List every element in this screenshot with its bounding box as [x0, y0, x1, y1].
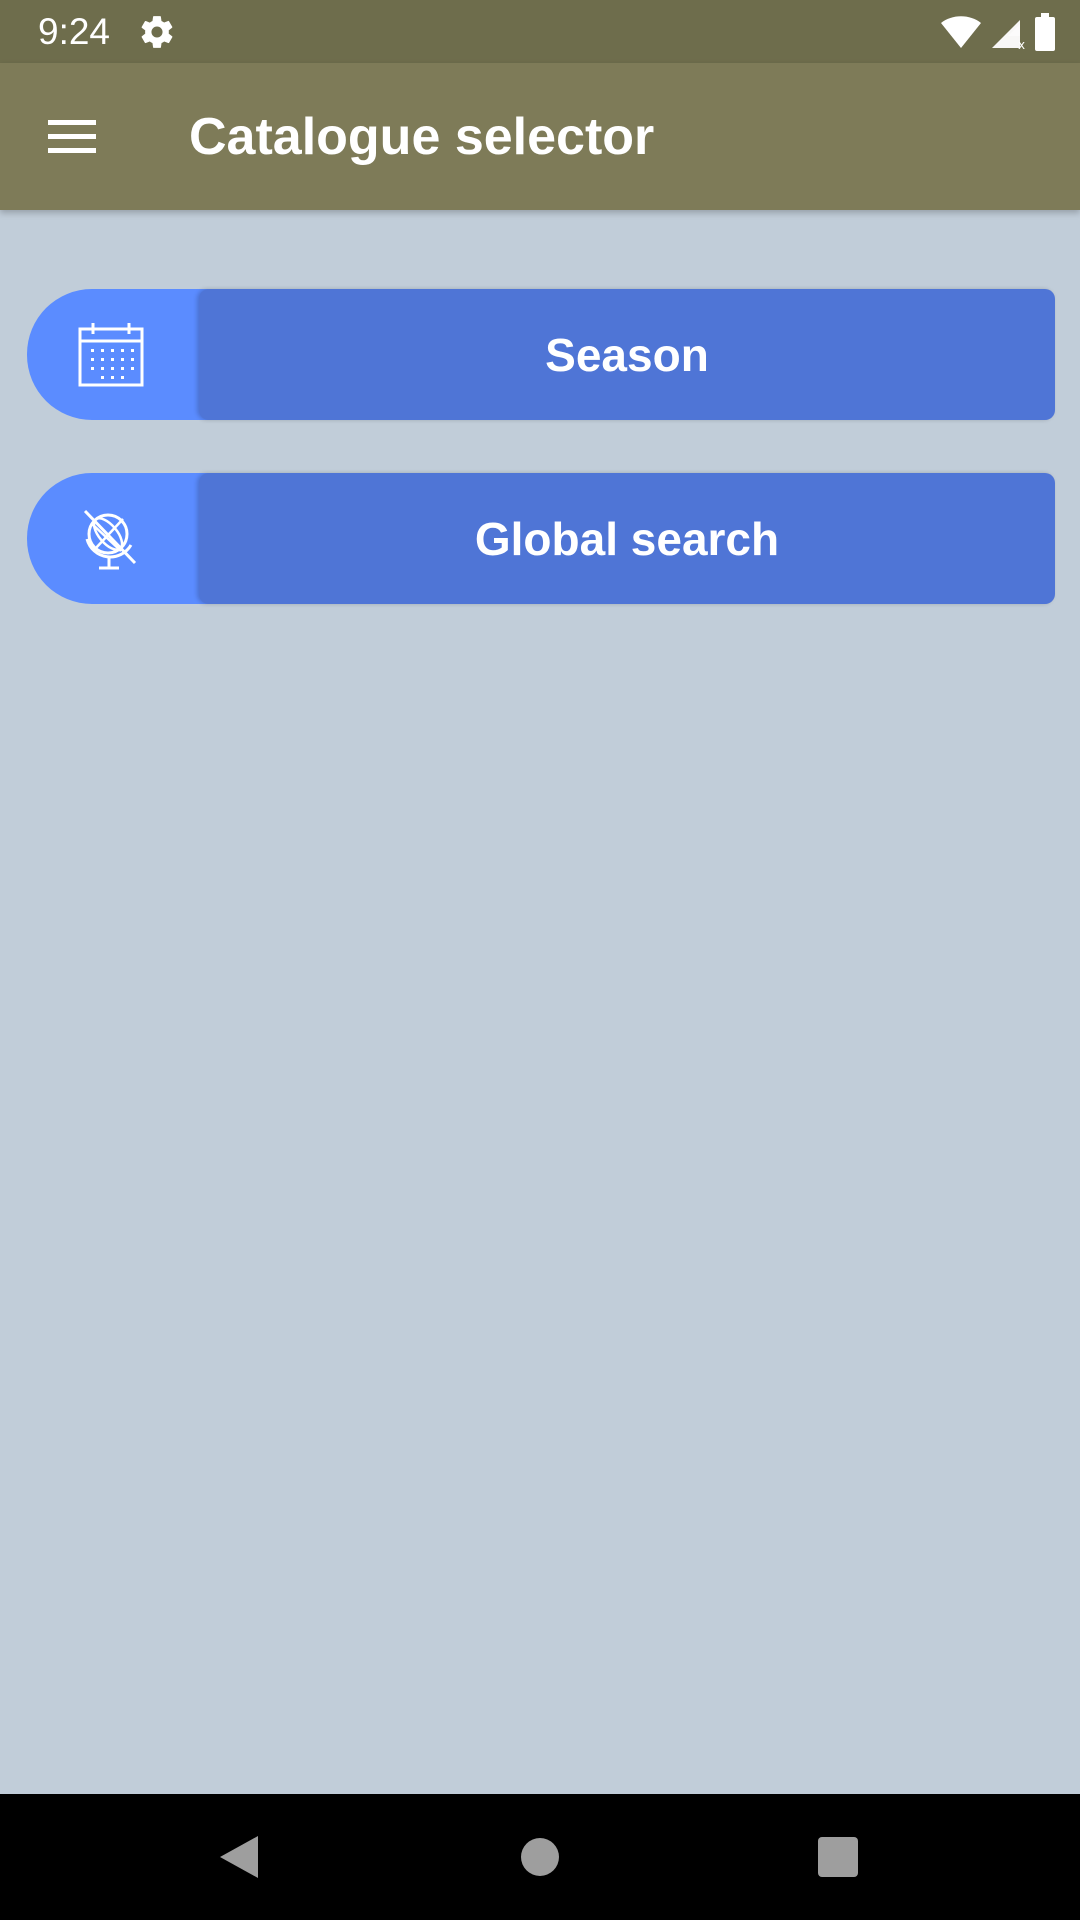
hamburger-menu-icon[interactable] — [34, 103, 110, 171]
gear-icon — [141, 16, 173, 48]
home-icon[interactable] — [515, 1832, 565, 1882]
global-search-label-area[interactable]: Global search — [199, 473, 1055, 604]
calendar-icon — [78, 323, 144, 387]
app-bar: Catalogue selector — [0, 63, 1080, 210]
navigation-bar — [0, 1794, 1080, 1920]
globe-icon — [83, 509, 137, 570]
recents-icon[interactable] — [813, 1832, 863, 1882]
season-icon-area[interactable] — [27, 289, 227, 420]
global-search-button-label: Global search — [474, 512, 780, 565]
svg-text:x: x — [1018, 38, 1025, 50]
signal-icon: x — [992, 20, 1025, 50]
page-title: Catalogue selector — [189, 108, 655, 166]
season-button[interactable]: Season — [27, 289, 1055, 420]
global-search-icon-area[interactable] — [27, 473, 227, 604]
back-icon[interactable] — [214, 1832, 264, 1882]
season-button-label: Season — [545, 328, 709, 381]
wifi-icon — [941, 16, 981, 48]
status-time: 9:24 — [38, 11, 111, 52]
status-icons: x — [940, 12, 1056, 52]
season-label-area[interactable]: Season — [199, 289, 1055, 420]
global-search-button[interactable]: Global search — [27, 473, 1055, 604]
status-bar: 9:24 x — [0, 0, 1080, 63]
battery-icon — [1035, 13, 1055, 51]
